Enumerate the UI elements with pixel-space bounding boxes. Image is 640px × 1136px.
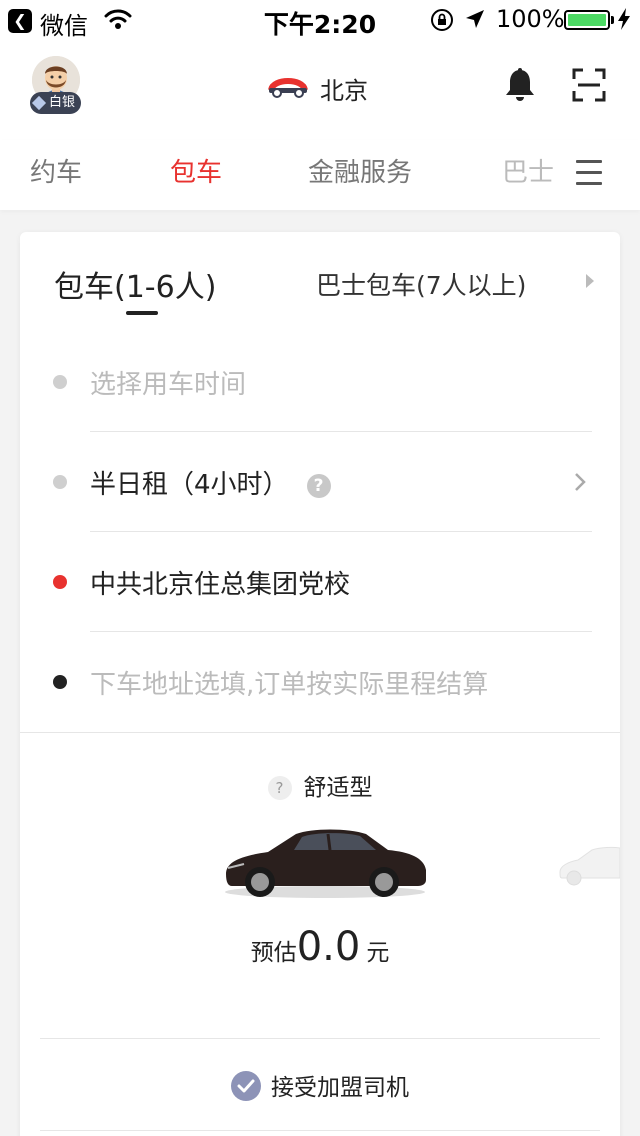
dropoff-location-label: 下车地址选填,订单按实际里程结算 bbox=[90, 670, 489, 700]
scan-icon[interactable] bbox=[572, 68, 606, 106]
select-time-row[interactable]: 选择用车时间 bbox=[20, 332, 620, 432]
section-divider bbox=[20, 732, 620, 733]
accept-driver-label: 接受加盟司机 bbox=[271, 1075, 409, 1101]
battery-percent: 100% bbox=[496, 5, 565, 33]
tab-finance[interactable]: 金融服务 bbox=[308, 152, 412, 189]
service-tabs: 约车 包车 金融服务 巴士 bbox=[0, 140, 640, 210]
rental-duration-label: 半日租（4小时） bbox=[90, 470, 289, 500]
estimate-value: 0.0 bbox=[296, 924, 361, 970]
car-image[interactable] bbox=[220, 822, 430, 906]
tab-charter[interactable]: 包车 bbox=[170, 152, 222, 189]
city-name: 北京 bbox=[320, 76, 368, 105]
battery-icon bbox=[564, 10, 610, 30]
accept-franchise-driver-toggle[interactable]: 接受加盟司机 bbox=[20, 1068, 620, 1102]
dropoff-dot bbox=[53, 675, 67, 689]
divider bbox=[40, 1130, 600, 1131]
charging-bolt-icon bbox=[618, 8, 630, 36]
select-time-label: 选择用车时间 bbox=[90, 370, 247, 400]
pickup-location-row[interactable]: 中共北京住总集团党校 bbox=[20, 532, 620, 632]
app-header: 白银 北京 bbox=[0, 40, 640, 140]
mode-selected-indicator bbox=[126, 311, 158, 315]
rotation-lock-icon bbox=[430, 8, 454, 38]
mode-bus-charter[interactable]: 巴士包车(7人以上) bbox=[316, 266, 526, 302]
pickup-location-label: 中共北京住总集团党校 bbox=[90, 570, 351, 600]
chevron-right-icon bbox=[574, 472, 586, 496]
member-level-badge[interactable]: 白银 bbox=[30, 92, 82, 114]
car-type[interactable]: ? 舒适型 bbox=[20, 768, 620, 802]
notification-bell-icon[interactable] bbox=[504, 68, 536, 106]
duration-dot bbox=[53, 475, 67, 489]
next-car-image[interactable] bbox=[558, 842, 621, 892]
rental-duration-wrap: 半日租（4小时）? bbox=[90, 464, 331, 501]
car-logo-icon bbox=[268, 72, 308, 104]
tabs-menu-icon[interactable] bbox=[576, 160, 602, 193]
car-type-help-icon[interactable]: ? bbox=[267, 776, 292, 800]
pickup-dot bbox=[53, 575, 67, 589]
checkmark-icon[interactable] bbox=[231, 1071, 261, 1101]
location-arrow-icon bbox=[464, 8, 486, 36]
mode-scroll-arrow-icon[interactable] bbox=[586, 274, 594, 288]
rental-duration-row[interactable]: 半日租（4小时）? bbox=[20, 432, 620, 532]
estimate-unit: 元 bbox=[366, 940, 390, 966]
member-level-label: 白银 bbox=[49, 95, 76, 110]
price-estimate: 预估0.0 元 bbox=[20, 924, 620, 970]
status-bar: ❮ 微信 下午2:20 100% bbox=[0, 0, 640, 40]
mode-charter-small[interactable]: 包车(1-6人) bbox=[54, 262, 216, 306]
diamond-icon bbox=[31, 95, 47, 111]
tab-bus[interactable]: 巴士 bbox=[502, 152, 556, 189]
city-selector[interactable]: 北京 bbox=[268, 72, 368, 105]
dropoff-location-row[interactable]: 下车地址选填,订单按实际里程结算 bbox=[20, 632, 620, 732]
help-icon[interactable]: ? bbox=[306, 474, 331, 498]
charter-card: 包车(1-6人) 巴士包车(7人以上) 选择用车时间 半日租（4小时）? 中共北… bbox=[20, 232, 621, 1136]
time-dot bbox=[53, 375, 67, 389]
car-type-label: 舒适型 bbox=[303, 775, 373, 801]
tab-ride[interactable]: 约车 bbox=[30, 152, 82, 189]
divider bbox=[40, 1038, 600, 1039]
estimate-prefix: 预估 bbox=[250, 940, 297, 966]
battery-tip bbox=[611, 16, 614, 24]
